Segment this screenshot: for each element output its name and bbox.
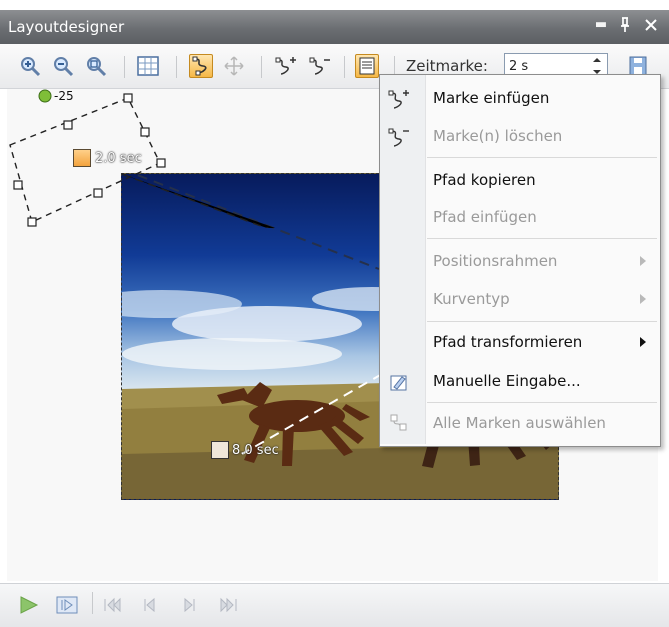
top-margin bbox=[0, 0, 669, 10]
rotation-angle-label: -25 bbox=[54, 89, 74, 103]
preview-icon bbox=[56, 596, 78, 614]
zeitmarke-label: Zeitmarke: bbox=[406, 57, 488, 75]
first-marker-button[interactable] bbox=[101, 594, 125, 616]
menu-item-pfad-transformieren[interactable]: Pfad transformieren bbox=[433, 333, 582, 351]
menu-delete-marker-icon-wrapper bbox=[386, 124, 412, 150]
zoom-in-button[interactable] bbox=[18, 54, 42, 78]
previous-icon bbox=[144, 597, 155, 613]
menu-item-marken-loeschen[interactable]: Marke(n) löschen bbox=[433, 127, 562, 145]
select-all-markers-icon bbox=[390, 414, 407, 431]
close-icon bbox=[645, 19, 657, 31]
menu-separator bbox=[427, 402, 657, 403]
menu-add-marker-icon-wrapper bbox=[386, 86, 412, 112]
zoom-fit-button[interactable] bbox=[84, 54, 108, 78]
pin-button[interactable] bbox=[614, 14, 636, 36]
last-marker-button[interactable] bbox=[216, 594, 240, 616]
toolbar-separator bbox=[92, 592, 93, 614]
skip-to-end-icon bbox=[220, 597, 237, 613]
toolbar-separator bbox=[176, 56, 177, 78]
menu-select-all-icon-wrapper bbox=[386, 410, 412, 436]
delete-marker-icon bbox=[309, 57, 330, 75]
submenu-arrow-icon bbox=[640, 337, 646, 347]
menu-item-marke-einfuegen[interactable]: Marke einfügen bbox=[433, 89, 549, 107]
end-keyframe-marker[interactable] bbox=[211, 441, 229, 459]
delete-marker-toolbar-button[interactable] bbox=[308, 54, 332, 78]
menu-item-manuelle-eingabe[interactable]: Manuelle Eingabe... bbox=[433, 372, 581, 390]
motion-path-overlay: -25 bbox=[9, 89, 276, 228]
menu-item-kurventyp[interactable]: Kurventyp bbox=[433, 290, 510, 308]
add-marker-toolbar-button[interactable] bbox=[274, 54, 298, 78]
menu-manual-input-icon-wrapper bbox=[386, 369, 412, 395]
submenu-arrow-icon bbox=[640, 256, 646, 266]
play-button[interactable] bbox=[17, 594, 41, 616]
grid-button[interactable] bbox=[136, 54, 160, 78]
window-title: Layoutdesigner bbox=[8, 18, 125, 36]
move-tool-button[interactable] bbox=[222, 54, 246, 78]
end-time-label: 8.0 sec bbox=[232, 443, 279, 458]
minimize-button[interactable]: ▬ bbox=[590, 14, 612, 36]
delete-marker-icon bbox=[388, 128, 409, 147]
submenu-arrow-icon bbox=[640, 294, 646, 304]
skip-to-start-icon bbox=[104, 597, 121, 613]
toolbar-separator bbox=[261, 56, 262, 78]
previous-marker-button[interactable] bbox=[139, 594, 163, 616]
zoom-fit-icon bbox=[87, 57, 107, 77]
next-icon bbox=[184, 597, 195, 613]
add-marker-icon bbox=[388, 90, 409, 109]
menu-item-positionsrahmen[interactable]: Positionsrahmen bbox=[433, 252, 557, 270]
path-edit-icon bbox=[192, 56, 207, 76]
menu-separator bbox=[427, 238, 657, 239]
path-edit-button[interactable] bbox=[189, 54, 213, 78]
zoom-out-icon bbox=[54, 57, 74, 77]
menu-item-alle-marken-auswaehlen[interactable]: Alle Marken auswählen bbox=[433, 414, 606, 432]
add-marker-icon bbox=[275, 57, 296, 75]
toolbar-separator bbox=[344, 56, 345, 78]
menu-separator bbox=[427, 157, 657, 158]
menu-item-pfad-kopieren[interactable]: Pfad kopieren bbox=[433, 171, 536, 189]
move-icon bbox=[224, 56, 244, 76]
properties-icon bbox=[359, 57, 375, 75]
layoutdesigner-window: Layoutdesigner ▬ Zeitmarke: 2 s -25 2.0 … bbox=[0, 0, 669, 627]
menu-item-pfad-einfuegen[interactable]: Pfad einfügen bbox=[433, 208, 537, 226]
zoom-in-icon bbox=[21, 57, 41, 77]
start-time-label: 2.0 sec bbox=[95, 151, 142, 166]
close-button[interactable] bbox=[640, 14, 662, 36]
pin-icon bbox=[621, 17, 629, 32]
manual-input-icon bbox=[390, 375, 407, 391]
menu-separator bbox=[427, 321, 657, 322]
start-keyframe-marker[interactable] bbox=[73, 149, 91, 167]
play-icon bbox=[20, 596, 39, 614]
next-marker-button[interactable] bbox=[178, 594, 202, 616]
preview-button[interactable] bbox=[55, 594, 79, 616]
toolbar-separator bbox=[124, 56, 125, 78]
context-menu-button[interactable] bbox=[355, 54, 379, 78]
zoom-out-button[interactable] bbox=[51, 54, 75, 78]
grid-icon bbox=[137, 56, 159, 76]
